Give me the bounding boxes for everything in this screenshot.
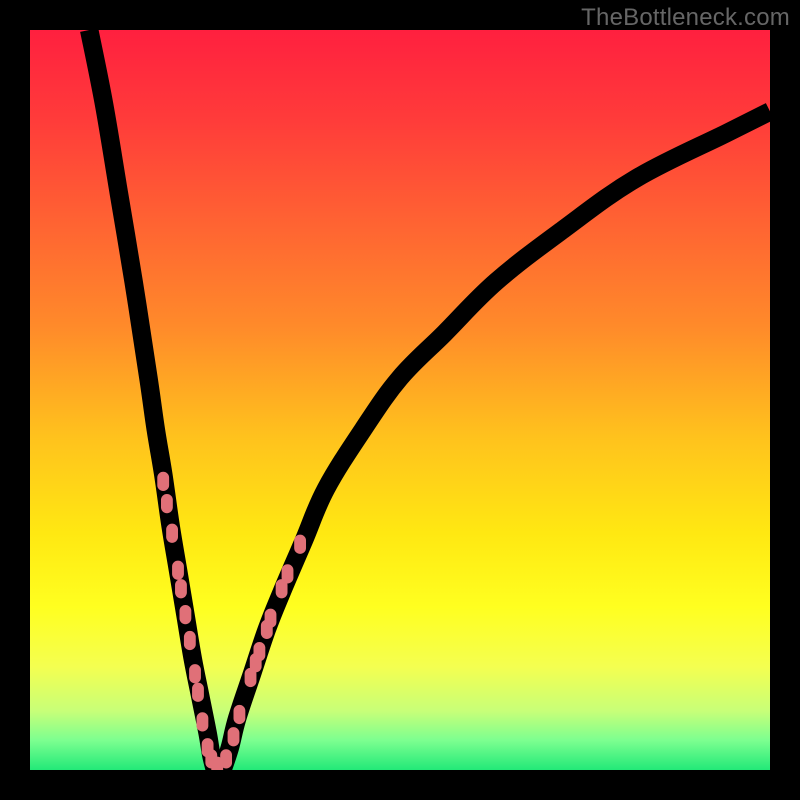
data-marker [192,683,204,702]
data-marker [265,609,277,628]
data-marker [157,472,169,491]
data-marker [282,564,294,583]
watermark-text: TheBottleneck.com [581,4,790,32]
right-curve [222,111,770,770]
data-marker [228,727,240,746]
data-marker [294,535,306,554]
data-marker [220,749,232,768]
plot-area [30,30,770,770]
left-curve [89,30,215,770]
data-marker [253,642,265,661]
data-marker [179,605,191,624]
data-marker [166,524,178,543]
data-marker [234,705,246,724]
chart-svg [30,30,770,770]
data-marker [197,712,209,731]
data-marker [172,561,184,580]
data-marker [184,631,196,650]
data-marker [175,579,187,598]
data-marker [189,664,201,683]
data-marker [161,494,173,513]
chart-frame: TheBottleneck.com [0,0,800,800]
